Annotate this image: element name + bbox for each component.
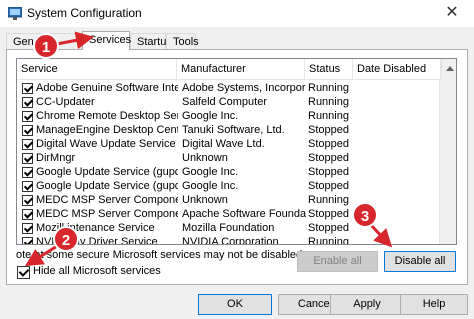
annotation-arrows [24, 31, 393, 267]
arrow-1 [56, 31, 94, 50]
step-2-badge: 2 [53, 226, 79, 252]
step-1-badge: 1 [33, 33, 59, 59]
step-3-badge: 3 [352, 202, 378, 228]
